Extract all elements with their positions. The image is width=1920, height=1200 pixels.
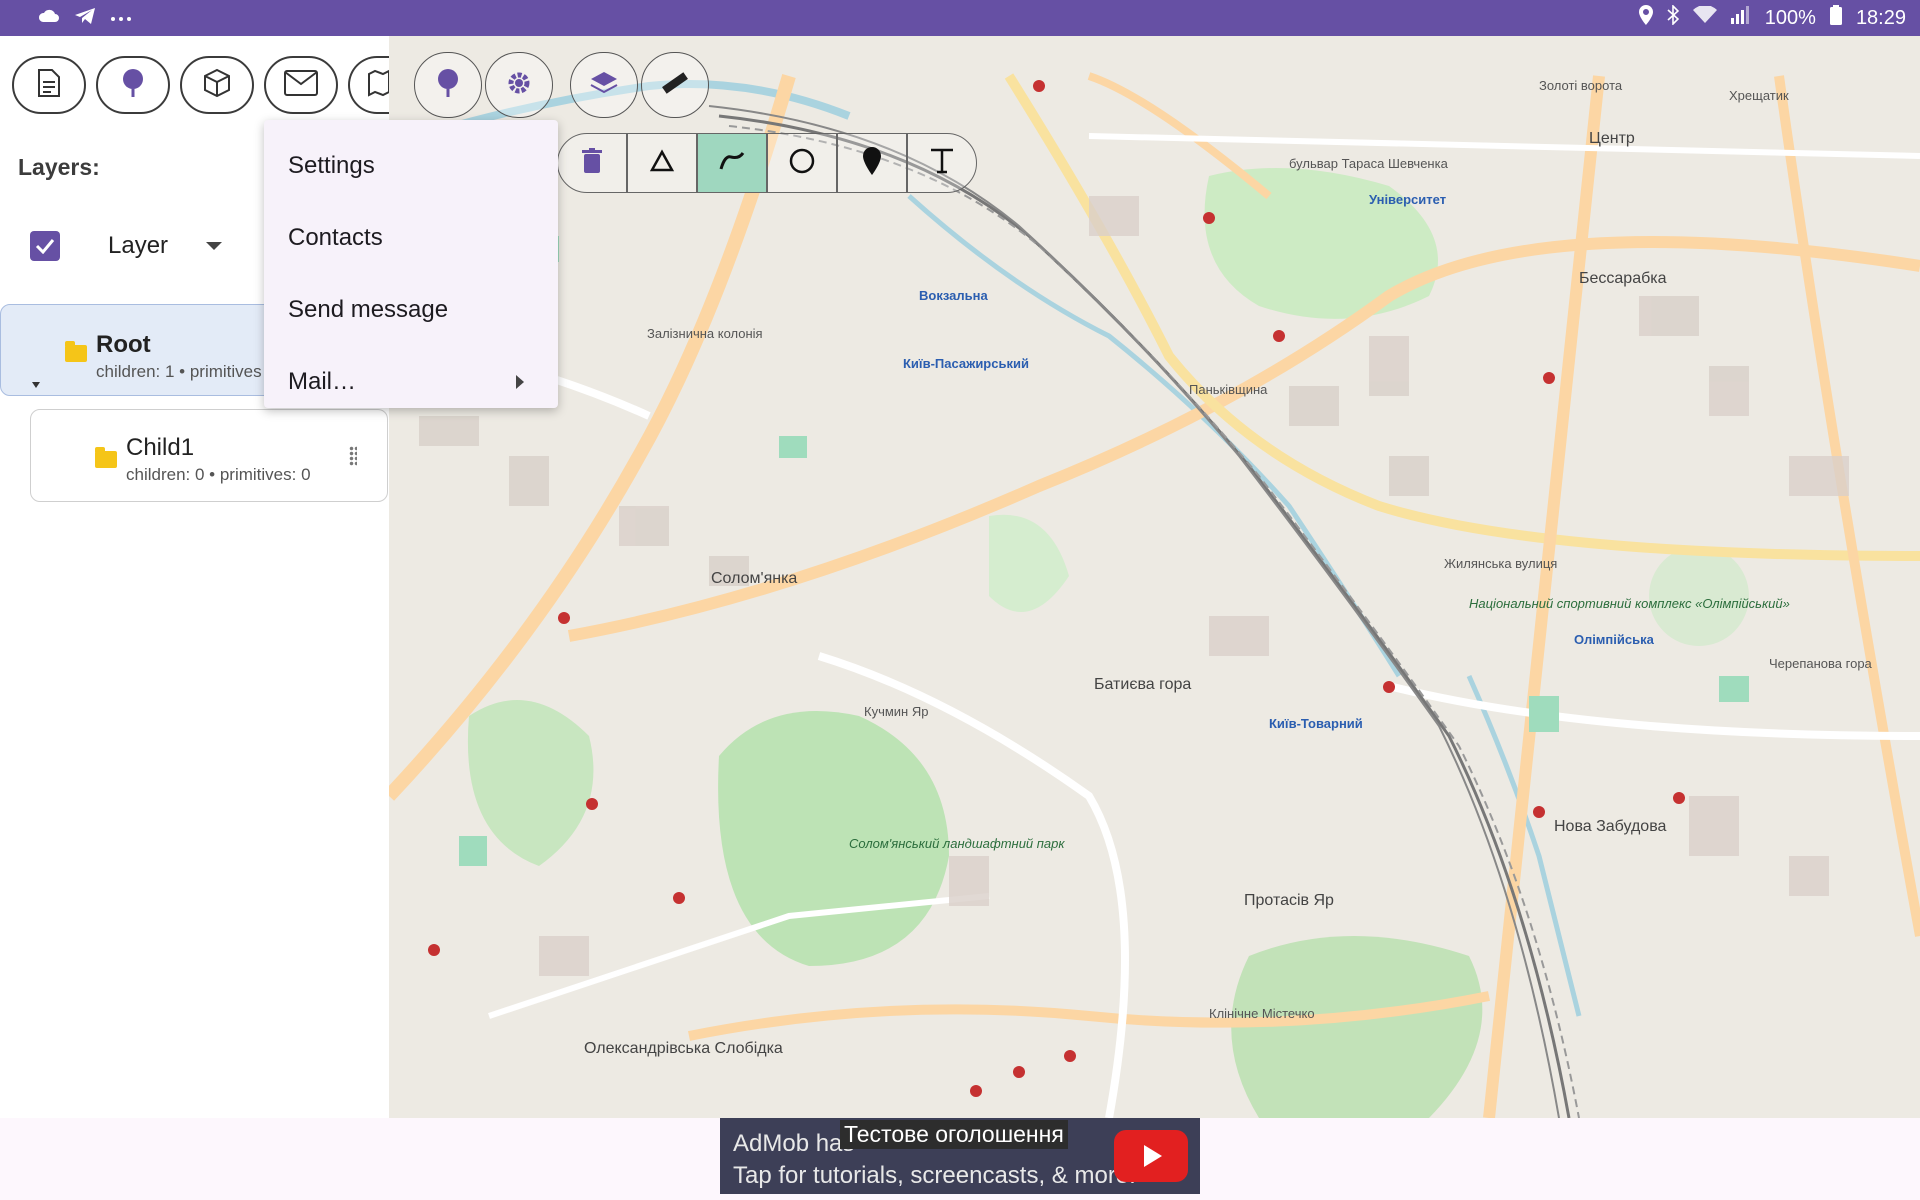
text-tool-button[interactable]	[907, 133, 977, 193]
drag-handle-icon[interactable]	[349, 446, 357, 466]
layers-icon	[589, 70, 619, 101]
polyline-icon	[717, 149, 747, 178]
ad-text: Tap for tutorials, screencasts, & more.	[733, 1162, 1136, 1189]
ruler-icon	[660, 68, 690, 103]
overflow-menu: Settings Contacts Send message Mail…	[264, 120, 558, 408]
placemark-tool-button[interactable]	[837, 133, 907, 193]
tree-node-meta: children: 0 • primitives: 0	[126, 465, 311, 484]
expand-toggle-icon[interactable]	[32, 382, 40, 388]
polygon-tool-button[interactable]	[627, 133, 697, 193]
map-label: Залізнична колонія	[647, 326, 763, 341]
delete-icon	[581, 147, 603, 179]
map-label: Батиєва гора	[1094, 676, 1192, 693]
ad-text: AdMob has	[733, 1130, 855, 1157]
folder-icon	[95, 447, 117, 468]
cube-button[interactable]	[180, 56, 254, 114]
map-label: Вокзальна	[919, 288, 988, 303]
ruler-button[interactable]	[641, 52, 709, 118]
youtube-play-icon[interactable]	[1114, 1130, 1188, 1182]
map-label: Хрещатик	[1729, 88, 1789, 103]
placemark-icon	[861, 146, 883, 181]
circle-icon	[788, 147, 816, 180]
layers-button[interactable]	[570, 52, 638, 118]
gear-icon	[504, 68, 534, 103]
cloud-icon	[38, 9, 60, 28]
marker-button[interactable]	[414, 52, 482, 118]
mail-icon	[284, 69, 318, 101]
bluetooth-icon	[1667, 4, 1679, 31]
tree-node-title: Root	[96, 331, 151, 358]
telegram-icon	[74, 7, 96, 30]
layer-dropdown[interactable]: Layer	[108, 232, 223, 260]
draw-toolbar	[557, 133, 983, 193]
map-label: Черепанова гора	[1769, 656, 1872, 671]
menu-item-mail[interactable]: Mail…	[264, 346, 558, 418]
battery-icon	[1829, 5, 1842, 31]
menu-item-label: Send message	[288, 296, 449, 323]
more-dots-icon	[110, 9, 132, 27]
pin-button[interactable]	[96, 56, 170, 114]
map-label: Золоті ворота	[1539, 78, 1623, 93]
map-label: Олександрівська Слобідка	[584, 1040, 783, 1057]
settings-button[interactable]	[485, 52, 553, 118]
map-label: Олімпійська	[1574, 632, 1654, 647]
tree-node-title: Child1	[126, 434, 195, 461]
menu-item-label: Contacts	[288, 224, 383, 251]
map-view[interactable]: Центр Солом'янка Батиєва гора Київ-Пасаж…	[389, 36, 1920, 1118]
location-icon	[1638, 5, 1653, 31]
folder-icon	[65, 341, 87, 362]
map-label: Київ-Пасажирський	[903, 356, 1029, 371]
menu-item-label: Mail…	[288, 368, 357, 395]
menu-item-label: Settings	[288, 152, 375, 179]
layer-row: Layer	[30, 231, 223, 261]
map-label: Бессарабка	[1579, 270, 1667, 287]
battery-percent: 100%	[1764, 6, 1816, 29]
map-label: Жилянська вулиця	[1444, 556, 1558, 571]
signal-icon	[1730, 6, 1751, 30]
map-label: Національний спортивний комплекс «Олімпі…	[1469, 596, 1790, 611]
menu-item-contacts[interactable]: Contacts	[264, 202, 558, 274]
map-label: Кучмин Яр	[864, 704, 929, 719]
menu-item-send-message[interactable]: Send message	[264, 274, 558, 346]
document-button[interactable]	[12, 56, 86, 114]
menu-item-settings[interactable]: Settings	[264, 130, 558, 202]
text-tool-icon	[929, 147, 955, 180]
mail-button[interactable]	[264, 56, 338, 114]
map-label: Університет	[1369, 192, 1447, 207]
chevron-down-icon	[206, 242, 223, 250]
map-label: Центр	[1589, 130, 1635, 147]
tree-node-child[interactable]: Child1 children: 0 • primitives: 0	[30, 409, 388, 502]
layer-dropdown-value: Layer	[108, 232, 169, 259]
layers-heading: Layers:	[18, 154, 100, 180]
tree-node-meta: children: 1 • primitives	[96, 362, 262, 381]
polygon-icon	[649, 148, 675, 178]
circle-tool-button[interactable]	[767, 133, 837, 193]
test-ad-badge: Тестове оголошення	[840, 1120, 1068, 1149]
map-label: Протасів Яр	[1244, 892, 1334, 909]
map-label: бульвар Тараса Шевченка	[1289, 156, 1448, 171]
clock: 18:29	[1855, 6, 1906, 29]
ad-banner[interactable]: AdMob has Тестове оголошення Tap for tut…	[720, 1118, 1200, 1194]
cube-icon	[202, 68, 232, 103]
map-label: Солом'янський ландшафтний парк	[849, 836, 1065, 851]
map-label: Київ-Товарний	[1269, 716, 1363, 731]
delete-button[interactable]	[557, 133, 627, 193]
marker-icon	[435, 68, 461, 103]
map-label: Клінічне Містечко	[1209, 1006, 1315, 1021]
map-label: Паньківщина	[1189, 382, 1268, 397]
status-bar: 100% 18:29	[0, 0, 1920, 36]
map-label: Нова Забудова	[1554, 818, 1667, 835]
map-label: Солом'янка	[711, 570, 798, 587]
map-tiles	[389, 36, 1920, 1118]
document-icon	[37, 68, 61, 103]
wifi-icon	[1692, 5, 1717, 30]
submenu-arrow-icon	[516, 375, 524, 389]
polyline-tool-button[interactable]	[697, 133, 767, 193]
pin-icon	[120, 68, 146, 103]
layer-visibility-checkbox[interactable]	[30, 231, 60, 261]
